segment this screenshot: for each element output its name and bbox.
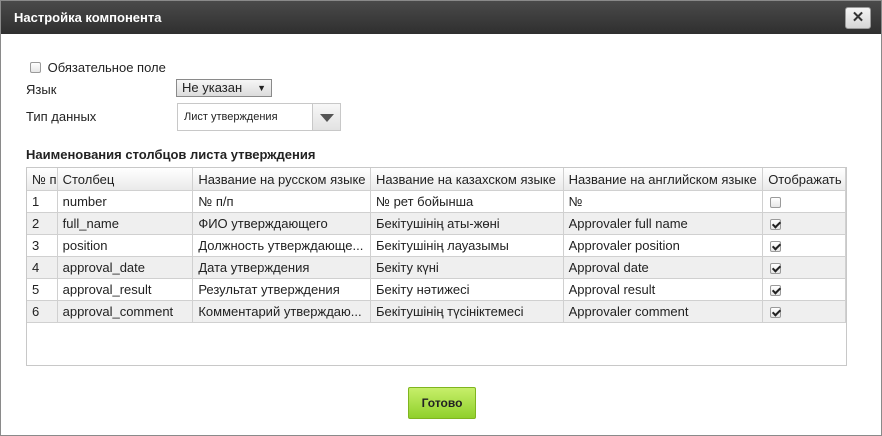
row-num: 2 bbox=[27, 212, 58, 235]
row-column: approval_comment bbox=[57, 300, 194, 323]
row-show-cell bbox=[762, 300, 846, 323]
component-settings-dialog: Настройка компонента ✕ Обязательное поле… bbox=[0, 0, 882, 436]
row-num: 1 bbox=[27, 190, 58, 213]
row-column: full_name bbox=[57, 212, 194, 235]
table-row[interactable]: 5 approval_result Результат утверждения … bbox=[27, 278, 846, 301]
row-show-cell bbox=[762, 278, 846, 301]
section-title: Наименования столбцов листа утверждения bbox=[26, 147, 316, 162]
row-column: approval_result bbox=[57, 278, 194, 301]
required-field-row: Обязательное поле bbox=[30, 59, 166, 75]
row-ru-name[interactable]: Дата утверждения bbox=[192, 256, 372, 279]
data-type-select[interactable]: Лист утверждения bbox=[177, 103, 341, 131]
table-row[interactable]: 4 approval_date Дата утверждения Бекіту … bbox=[27, 256, 846, 279]
row-column: number bbox=[57, 190, 194, 213]
language-select[interactable]: Не указан ▼ bbox=[176, 79, 272, 97]
columns-table: № п Столбец Название на русском языке На… bbox=[27, 168, 846, 323]
data-type-value: Лист утверждения bbox=[184, 111, 278, 123]
done-button[interactable]: Готово bbox=[408, 387, 476, 419]
language-value: Не указан bbox=[182, 80, 243, 95]
table-row[interactable]: 2 full_name ФИО утверждающего Бекітушіні… bbox=[27, 212, 846, 235]
show-checkbox[interactable] bbox=[770, 197, 782, 209]
table-header-row: № п Столбец Название на русском языке На… bbox=[27, 168, 846, 191]
row-column: position bbox=[57, 234, 194, 257]
row-kz-name[interactable]: Бекіту нәтижесі bbox=[370, 278, 564, 301]
columns-grid: № п Столбец Название на русском языке На… bbox=[26, 167, 847, 366]
row-en-name[interactable]: Approvaler comment bbox=[563, 300, 764, 323]
row-num: 3 bbox=[27, 234, 58, 257]
dropdown-arrow-icon[interactable] bbox=[312, 104, 340, 130]
row-show-cell bbox=[762, 256, 846, 279]
header-show[interactable]: Отображать bbox=[762, 168, 846, 191]
required-field-label: Обязательное поле bbox=[47, 60, 166, 76]
show-checkbox[interactable] bbox=[770, 263, 782, 275]
row-kz-name[interactable]: Бекіту күні bbox=[370, 256, 564, 279]
header-num[interactable]: № п bbox=[27, 168, 58, 191]
dialog-titlebar: Настройка компонента ✕ bbox=[1, 1, 881, 34]
header-kz-name[interactable]: Название на казахском языке bbox=[370, 168, 564, 191]
dropdown-arrow-icon: ▼ bbox=[257, 83, 266, 93]
row-show-cell bbox=[762, 212, 846, 235]
row-ru-name[interactable]: № п/п bbox=[192, 190, 372, 213]
header-column[interactable]: Столбец bbox=[57, 168, 194, 191]
row-en-name[interactable]: Approval result bbox=[563, 278, 764, 301]
close-button[interactable]: ✕ bbox=[845, 7, 871, 29]
row-en-name[interactable]: Approval date bbox=[563, 256, 764, 279]
table-row[interactable]: 1 number № п/п № рет бойынша № bbox=[27, 190, 846, 213]
table-row[interactable]: 6 approval_comment Комментарий утверждаю… bbox=[27, 300, 846, 323]
row-ru-name[interactable]: ФИО утверждающего bbox=[192, 212, 372, 235]
data-type-label: Тип данных bbox=[26, 109, 97, 124]
row-show-cell bbox=[762, 190, 846, 213]
row-num: 6 bbox=[27, 300, 58, 323]
row-num: 5 bbox=[27, 278, 58, 301]
table-row[interactable]: 3 position Должность утверждающе... Бекі… bbox=[27, 234, 846, 257]
row-kz-name[interactable]: Бекітушінің түсініктемесі bbox=[370, 300, 564, 323]
row-ru-name[interactable]: Комментарий утверждаю... bbox=[192, 300, 372, 323]
row-column: approval_date bbox=[57, 256, 194, 279]
row-kz-name[interactable]: Бекітушінің аты-жөні bbox=[370, 212, 564, 235]
required-field-checkbox[interactable] bbox=[30, 62, 41, 74]
row-en-name[interactable]: Approvaler full name bbox=[563, 212, 764, 235]
row-en-name[interactable]: № bbox=[563, 190, 764, 213]
show-checkbox[interactable] bbox=[770, 285, 782, 297]
header-ru-name[interactable]: Название на русском языке bbox=[192, 168, 372, 191]
close-icon: ✕ bbox=[851, 9, 865, 26]
dialog-title: Настройка компонента bbox=[14, 10, 162, 25]
row-kz-name[interactable]: Бекітушінің лауазымы bbox=[370, 234, 564, 257]
header-en-name[interactable]: Название на английском языке bbox=[563, 168, 764, 191]
row-ru-name[interactable]: Результат утверждения bbox=[192, 278, 372, 301]
show-checkbox[interactable] bbox=[770, 241, 782, 253]
row-en-name[interactable]: Approvaler position bbox=[563, 234, 764, 257]
show-checkbox[interactable] bbox=[770, 307, 782, 319]
show-checkbox[interactable] bbox=[770, 219, 782, 231]
row-kz-name[interactable]: № рет бойынша bbox=[370, 190, 564, 213]
row-num: 4 bbox=[27, 256, 58, 279]
row-ru-name[interactable]: Должность утверждающе... bbox=[192, 234, 372, 257]
row-show-cell bbox=[762, 234, 846, 257]
language-label: Язык bbox=[26, 82, 57, 97]
